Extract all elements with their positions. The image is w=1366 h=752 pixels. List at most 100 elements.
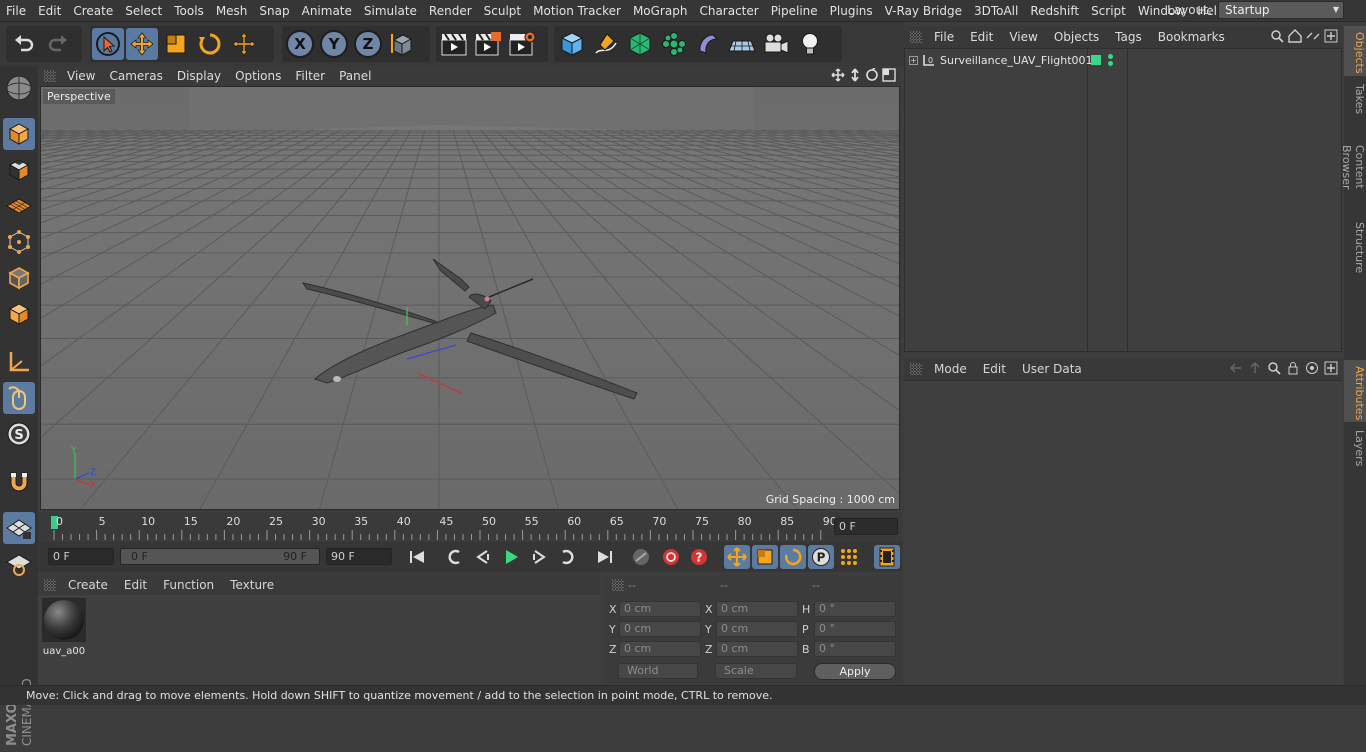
next-frame-button[interactable] bbox=[526, 545, 552, 569]
menu-animate[interactable]: Animate bbox=[296, 4, 358, 18]
make-editable-button[interactable] bbox=[3, 72, 35, 104]
material-swatch[interactable]: uav_a00 bbox=[42, 598, 86, 657]
object-name[interactable]: Surveillance_UAV_Flight001 bbox=[940, 54, 1093, 67]
go-to-start-button[interactable] bbox=[404, 545, 430, 569]
scale-tool-button[interactable] bbox=[160, 28, 192, 60]
rot-p-field[interactable]: 0 ° bbox=[814, 621, 896, 637]
menu-tools[interactable]: Tools bbox=[168, 4, 210, 18]
go-to-end-button[interactable] bbox=[592, 545, 618, 569]
render-view-button[interactable] bbox=[438, 28, 470, 60]
target-icon[interactable] bbox=[1305, 361, 1319, 375]
menu-snap[interactable]: Snap bbox=[253, 4, 295, 18]
objects-menu-bookmarks[interactable]: Bookmarks bbox=[1150, 30, 1233, 44]
menu-motion-tracker[interactable]: Motion Tracker bbox=[527, 4, 627, 18]
menu-file[interactable]: File bbox=[0, 4, 32, 18]
solo-button[interactable]: S bbox=[3, 418, 35, 450]
new-panel-icon[interactable] bbox=[1324, 361, 1338, 375]
layer-color-swatch[interactable] bbox=[1091, 55, 1101, 65]
size-y-field[interactable]: 0 cm bbox=[716, 621, 798, 637]
menu-create[interactable]: Create bbox=[67, 4, 119, 18]
menu-pipeline[interactable]: Pipeline bbox=[765, 4, 824, 18]
panel-grip-icon[interactable] bbox=[44, 579, 56, 591]
coordinate-mode-dropdown[interactable]: Scale bbox=[715, 663, 797, 679]
menu-mesh[interactable]: Mesh bbox=[210, 4, 254, 18]
previous-key-button[interactable] bbox=[442, 545, 468, 569]
menu-select[interactable]: Select bbox=[119, 4, 168, 18]
panel-grip-icon[interactable] bbox=[44, 70, 56, 82]
viewport-menu-cameras[interactable]: Cameras bbox=[102, 69, 169, 83]
autokeying-button[interactable] bbox=[658, 545, 684, 569]
points-mode-button[interactable] bbox=[3, 226, 35, 258]
key-scale-button[interactable] bbox=[752, 545, 778, 569]
rot-h-field[interactable]: 0 ° bbox=[814, 601, 896, 617]
viewport-menu-panel[interactable]: Panel bbox=[332, 69, 378, 83]
lock-icon[interactable] bbox=[1286, 361, 1300, 375]
material-menu-texture[interactable]: Texture bbox=[222, 578, 282, 592]
menu-3dtoall[interactable]: 3DToAll bbox=[968, 4, 1024, 18]
zoom-icon[interactable] bbox=[848, 68, 862, 82]
apply-button[interactable]: Apply bbox=[814, 663, 896, 680]
coordinate-space-dropdown[interactable]: World bbox=[618, 663, 698, 679]
arrow-up-icon[interactable] bbox=[1248, 361, 1262, 375]
pos-x-field[interactable]: 0 cm bbox=[619, 601, 701, 617]
move-tool-button[interactable] bbox=[126, 28, 158, 60]
tab-structure[interactable]: Structure bbox=[1344, 216, 1366, 276]
panel-grip-icon[interactable] bbox=[612, 579, 624, 591]
viewport-menu-view[interactable]: View bbox=[60, 69, 102, 83]
cube-object-button[interactable] bbox=[556, 28, 588, 60]
menu-sculpt[interactable]: Sculpt bbox=[478, 4, 527, 18]
previous-frame-button[interactable] bbox=[470, 545, 496, 569]
key-pla-button[interactable] bbox=[836, 545, 862, 569]
axis-mode-button[interactable] bbox=[3, 346, 35, 378]
objects-menu-edit[interactable]: Edit bbox=[962, 30, 1001, 44]
timeline-window-button[interactable] bbox=[874, 545, 900, 569]
live-selection-button[interactable] bbox=[92, 28, 124, 60]
menu-vray-bridge[interactable]: V-Ray Bridge bbox=[879, 4, 968, 18]
viewport-menu-filter[interactable]: Filter bbox=[288, 69, 332, 83]
size-z-field[interactable]: 0 cm bbox=[716, 641, 798, 657]
objects-menu-objects[interactable]: Objects bbox=[1046, 30, 1107, 44]
deformer-button[interactable] bbox=[692, 28, 724, 60]
pen-spline-button[interactable] bbox=[590, 28, 622, 60]
objects-menu-view[interactable]: View bbox=[1001, 30, 1045, 44]
play-forward-button[interactable] bbox=[498, 545, 524, 569]
maximize-view-icon[interactable] bbox=[882, 68, 896, 82]
keyframe-selection-button[interactable]: ? bbox=[686, 545, 712, 569]
tweak-mode-button[interactable] bbox=[3, 382, 35, 414]
locked-workplane-button[interactable] bbox=[3, 548, 35, 580]
rotate-tool-button[interactable] bbox=[194, 28, 226, 60]
viewport-menu-options[interactable]: Options bbox=[228, 69, 288, 83]
redo-button[interactable] bbox=[42, 28, 74, 60]
record-keys-button[interactable] bbox=[628, 545, 654, 569]
pan-icon[interactable] bbox=[831, 68, 845, 82]
undo-button[interactable] bbox=[8, 28, 40, 60]
snap-button[interactable] bbox=[3, 466, 35, 498]
perspective-viewport[interactable]: Y Z X Perspective Grid Spacing : 1000 cm bbox=[40, 86, 900, 510]
panel-grip-icon[interactable] bbox=[910, 363, 922, 375]
y-axis-lock-button[interactable]: Y bbox=[318, 28, 350, 60]
expand-icon[interactable]: + bbox=[909, 55, 918, 65]
menu-character[interactable]: Character bbox=[693, 4, 764, 18]
floor-object-button[interactable] bbox=[726, 28, 758, 60]
menu-edit[interactable]: Edit bbox=[32, 4, 67, 18]
texture-mode-button[interactable] bbox=[3, 154, 35, 186]
tab-attributes[interactable]: Attributes bbox=[1344, 360, 1366, 422]
key-position-button[interactable] bbox=[724, 545, 750, 569]
z-axis-lock-button[interactable]: Z bbox=[352, 28, 384, 60]
material-menu-create[interactable]: Create bbox=[60, 578, 116, 592]
tab-content-browser[interactable]: Content Browser bbox=[1340, 120, 1366, 214]
current-frame-field[interactable]: 0 F bbox=[834, 518, 898, 535]
transform-tool-button[interactable] bbox=[228, 28, 260, 60]
object-row[interactable]: + 0 Surveillance_UAV_Flight001 bbox=[909, 53, 1113, 67]
link-icon[interactable] bbox=[1306, 29, 1320, 43]
workplane-mode-button[interactable] bbox=[3, 190, 35, 222]
rot-b-field[interactable]: 0 ° bbox=[814, 641, 896, 657]
min-time-field[interactable]: 0 F bbox=[48, 548, 114, 565]
search-icon[interactable] bbox=[1270, 29, 1284, 43]
attributes-menu-edit[interactable]: Edit bbox=[975, 362, 1014, 376]
home-icon[interactable] bbox=[1288, 29, 1302, 43]
orbit-icon[interactable] bbox=[865, 68, 879, 82]
menu-redshift[interactable]: Redshift bbox=[1024, 4, 1085, 18]
menu-mograph[interactable]: MoGraph bbox=[627, 4, 694, 18]
render-picture-viewer-button[interactable] bbox=[472, 28, 504, 60]
